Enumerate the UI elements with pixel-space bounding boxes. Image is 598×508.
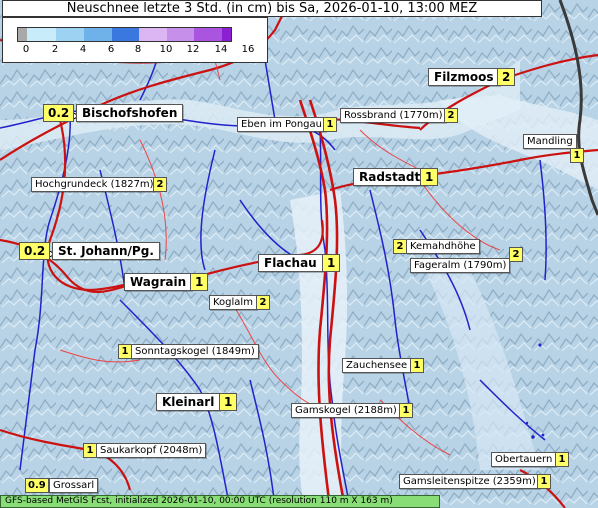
snow-value-bischofshofen: 0.2 [43, 104, 75, 122]
place-label-koglalm[interactable]: Koglalm [209, 295, 257, 310]
place-label-radstadt[interactable]: Radstadt [353, 168, 427, 186]
legend-swatch [56, 28, 84, 41]
place-label-fageralm[interactable]: Fageralm (1790m) [410, 258, 511, 273]
lake [541, 433, 545, 437]
place-label-gamskogel[interactable]: Gamskogel (2188m) [291, 403, 401, 418]
snow-value-obertauern: 1 [555, 452, 569, 467]
legend-swatch [27, 28, 56, 41]
place-label-saukarkopf[interactable]: Saukarkopf (2048m) [96, 443, 207, 458]
legend-swatch [18, 28, 27, 41]
snow-value-kemahdhoehe: 2 [393, 239, 407, 254]
legend-ticks: 0 2 4 6 8 10 12 14 16 [3, 44, 269, 58]
place-label-flachau[interactable]: Flachau [258, 254, 323, 272]
forecast-footer: GFS-based MetGIS Fcst, initialized 2026-… [0, 495, 440, 508]
legend-tick: 16 [241, 44, 255, 55]
place-label-bischofshofen[interactable]: Bischofshofen [76, 104, 184, 122]
place-label-filzmoos[interactable]: Filzmoos [428, 68, 500, 86]
legend-tick: 14 [214, 44, 228, 55]
snow-legend: 0 2 4 6 8 10 12 14 16 [2, 17, 268, 63]
legend-tick: 12 [186, 44, 200, 55]
legend-tick: 4 [79, 44, 87, 55]
place-label-obertauern[interactable]: Obertauern [491, 452, 557, 467]
place-label-eben-im-pongau[interactable]: Eben im Pongau [237, 117, 326, 132]
place-label-rossbrand[interactable]: Rossbrand (1770m) [340, 108, 447, 123]
legend-swatch [194, 28, 222, 41]
snow-value-hochgrundeck: 2 [153, 177, 167, 192]
snow-value-st-johann: 0.2 [19, 242, 51, 260]
snow-value-gamskogel: 1 [399, 403, 413, 418]
place-label-gamsleitenspitze[interactable]: Gamsleitenspitze (2359m) [399, 474, 540, 489]
snow-value-eben-im-pongau: 1 [323, 117, 337, 132]
place-label-kemahdhoehe[interactable]: Kemahdhöhe [406, 239, 480, 254]
legend-swatch [222, 28, 231, 41]
legend-swatch [167, 28, 194, 41]
legend-swatch [139, 28, 167, 41]
place-label-st-johann[interactable]: St. Johann/Pg. [52, 242, 160, 260]
snow-value-koglalm: 2 [256, 295, 270, 310]
snow-value-wagrain: 1 [190, 273, 209, 291]
legend-tick: 10 [159, 44, 173, 55]
snow-value-gamsleitenspitze: 1 [537, 474, 551, 489]
snow-value-grossarl: 0.9 [25, 478, 49, 493]
place-label-mandling[interactable]: Mandling [523, 134, 577, 149]
legend-tick: 8 [134, 44, 142, 55]
place-label-grossarl[interactable]: Grossarl [49, 478, 99, 493]
legend-swatch [112, 28, 139, 41]
snow-value-fageralm: 2 [509, 247, 523, 262]
lake [538, 343, 542, 347]
place-label-wagrain[interactable]: Wagrain [124, 273, 193, 291]
snow-value-saukarkopf: 1 [83, 443, 97, 458]
legend-tick: 2 [51, 44, 59, 55]
legend-swatch [84, 28, 112, 41]
lake [525, 421, 529, 425]
snow-value-zauchensee: 1 [410, 358, 424, 373]
snow-value-kleinarl: 1 [219, 393, 238, 411]
place-label-kleinarl[interactable]: Kleinarl [156, 393, 221, 411]
snow-value-flachau: 1 [322, 254, 341, 272]
snow-value-rossbrand: 2 [444, 108, 458, 123]
place-label-zauchensee[interactable]: Zauchensee [342, 358, 412, 373]
map-title: Neuschnee letzte 3 Std. (in cm) bis Sa, … [2, 0, 542, 17]
snow-value-filzmoos: 2 [497, 68, 516, 86]
lake [531, 435, 535, 439]
legend-tick: 0 [22, 44, 30, 55]
place-label-hochgrundeck[interactable]: Hochgrundeck (1827m) [31, 177, 158, 192]
snow-value-mandling: 1 [570, 148, 584, 163]
snow-map: Neuschnee letzte 3 Std. (in cm) bis Sa, … [0, 0, 598, 508]
snow-value-sonntagskogel: 1 [118, 344, 132, 359]
snow-value-radstadt: 1 [420, 168, 439, 186]
place-label-sonntagskogel[interactable]: Sonntagskogel (1849m) [131, 344, 259, 359]
legend-tick: 6 [107, 44, 115, 55]
legend-colorbar [17, 27, 232, 42]
